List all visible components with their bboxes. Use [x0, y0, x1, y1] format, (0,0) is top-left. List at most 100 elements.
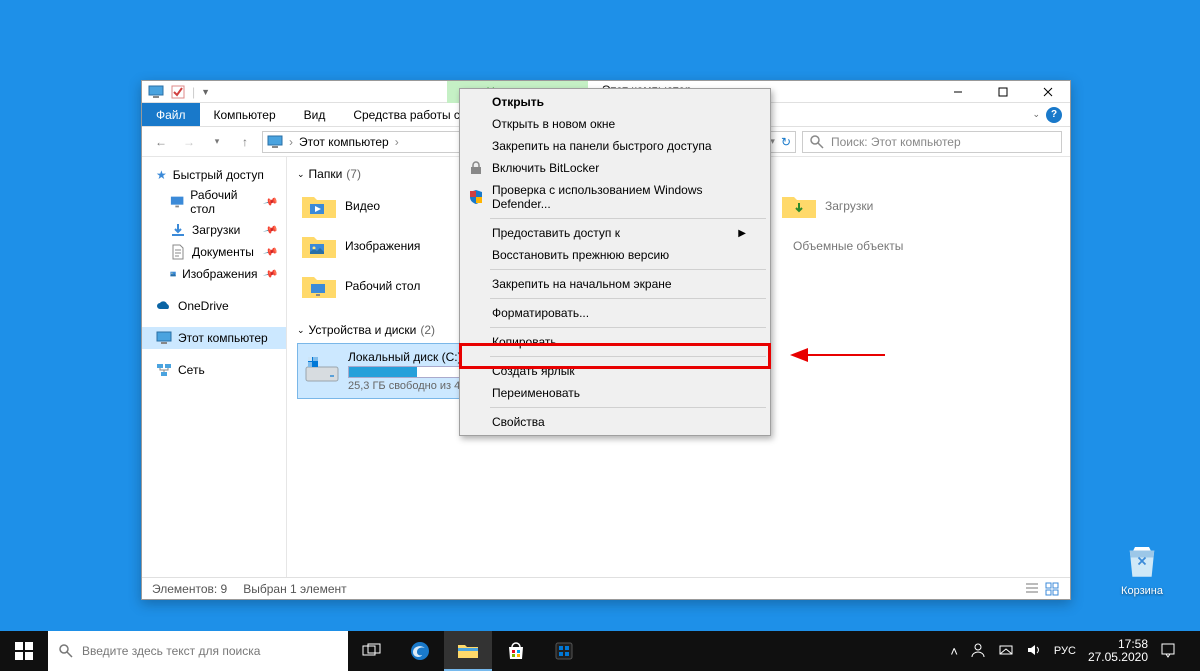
tray-date: 27.05.2020: [1088, 651, 1148, 664]
submenu-arrow-icon: ▶: [738, 228, 746, 239]
ctx-copy[interactable]: Копировать: [462, 331, 768, 353]
recycle-bin-label: Корзина: [1112, 585, 1172, 597]
tray-lang[interactable]: РУС: [1054, 645, 1076, 657]
separator: [490, 407, 766, 408]
nav-quick-access[interactable]: ★Быстрый доступ: [142, 165, 286, 185]
ctx-defender-scan[interactable]: Проверка с использованием Windows Defend…: [462, 179, 768, 215]
address-dropdown-icon[interactable]: ▾: [770, 136, 775, 147]
nav-label: Загрузки: [192, 223, 240, 237]
nav-downloads[interactable]: Загрузки📌: [142, 219, 286, 241]
tab-view[interactable]: Вид: [290, 103, 340, 126]
separator: [490, 356, 766, 357]
folder-downloads[interactable]: Загрузки: [777, 187, 1007, 225]
pin-icon: 📌: [262, 194, 278, 210]
ctx-share[interactable]: Предоставить доступ к▶: [462, 222, 768, 244]
start-button[interactable]: [0, 631, 48, 671]
folder-label: Загрузки: [825, 199, 873, 213]
ctx-create-shortcut[interactable]: Создать ярлык: [462, 360, 768, 382]
status-selection: Выбран 1 элемент: [243, 582, 346, 596]
nav-label: Рабочий стол: [190, 188, 257, 216]
quick-access-checkbox-icon[interactable]: [170, 84, 186, 100]
notifications-icon[interactable]: [1160, 642, 1176, 661]
people-icon[interactable]: [970, 642, 986, 661]
task-view-button[interactable]: [348, 631, 396, 671]
ctx-pin-quick-access[interactable]: Закрепить на панели быстрого доступа: [462, 135, 768, 157]
nav-back-button[interactable]: ←: [150, 131, 172, 153]
nav-onedrive[interactable]: OneDrive: [142, 295, 286, 317]
recycle-bin[interactable]: Корзина: [1112, 540, 1172, 597]
separator: [490, 298, 766, 299]
tab-computer[interactable]: Компьютер: [200, 103, 290, 126]
chevron-down-icon: ⌄: [297, 169, 305, 180]
star-icon: ★: [156, 168, 167, 182]
nav-desktop[interactable]: Рабочий стол 📌: [142, 185, 286, 219]
separator: [490, 218, 766, 219]
folder-icon: [301, 231, 337, 261]
ribbon-expand-icon[interactable]: ⌄: [1032, 109, 1040, 120]
context-menu: Открыть Открыть в новом окне Закрепить н…: [459, 88, 771, 436]
maximize-button[interactable]: [980, 81, 1025, 103]
breadcrumb-sep: ›: [395, 135, 399, 149]
breadcrumb-this-pc[interactable]: Этот компьютер: [299, 135, 389, 149]
system-tray: ˄ РУС 17:58 27.05.2020: [944, 631, 1200, 671]
folder-icon: [301, 191, 337, 221]
drive-icon: [304, 353, 340, 389]
ctx-bitlocker[interactable]: Включить BitLocker: [462, 157, 768, 179]
nav-recent-dropdown[interactable]: ▾: [206, 131, 228, 153]
qat-sep: |: [192, 85, 195, 99]
app-button[interactable]: [540, 631, 588, 671]
download-icon: [170, 222, 186, 238]
search-icon: [58, 643, 74, 659]
view-details-button[interactable]: [1024, 581, 1040, 597]
help-button[interactable]: ?: [1046, 107, 1062, 123]
this-pc-icon: [156, 330, 172, 346]
this-pc-icon: [267, 134, 283, 150]
ctx-open-new-window[interactable]: Открыть в новом окне: [462, 113, 768, 135]
network-icon[interactable]: [998, 642, 1014, 661]
explorer-button[interactable]: [444, 631, 492, 671]
ctx-restore-version[interactable]: Восстановить прежнюю версию: [462, 244, 768, 266]
refresh-button[interactable]: ↻: [781, 135, 791, 149]
navigation-pane: ★Быстрый доступ Рабочий стол📌 Загрузки📌 …: [142, 157, 287, 577]
volume-icon[interactable]: [1026, 642, 1042, 661]
nav-pictures[interactable]: Изображения 📌: [142, 263, 286, 285]
nav-label: OneDrive: [178, 299, 229, 313]
tab-file[interactable]: Файл: [142, 103, 200, 126]
nav-label: Этот компьютер: [178, 331, 268, 345]
ctx-properties[interactable]: Свойства: [462, 411, 768, 433]
minimize-button[interactable]: [935, 81, 980, 103]
nav-label: Изображения: [182, 267, 257, 281]
nav-forward-button[interactable]: →: [178, 131, 200, 153]
tray-clock[interactable]: 17:58 27.05.2020: [1088, 638, 1148, 664]
taskbar-search[interactable]: Введите здесь текст для поиска: [48, 631, 348, 671]
store-button[interactable]: [492, 631, 540, 671]
ctx-rename[interactable]: Переименовать: [462, 382, 768, 404]
nav-this-pc[interactable]: Этот компьютер: [142, 327, 286, 349]
tray-expand-icon[interactable]: ˄: [950, 644, 958, 659]
document-icon: [170, 244, 186, 260]
search-placeholder: Введите здесь текст для поиска: [82, 644, 260, 658]
annotation-arrow: [790, 345, 890, 368]
separator: [490, 327, 766, 328]
view-large-icons-button[interactable]: [1044, 581, 1060, 597]
pin-icon: 📌: [262, 266, 278, 282]
folder-3d-objects[interactable]: Объемные объекты: [777, 227, 1007, 265]
nav-network[interactable]: Сеть: [142, 359, 286, 381]
ctx-open[interactable]: Открыть: [462, 91, 768, 113]
search-input[interactable]: Поиск: Этот компьютер: [802, 131, 1062, 153]
nav-up-button[interactable]: ↑: [234, 131, 256, 153]
picture-icon: [170, 266, 176, 282]
separator: [490, 269, 766, 270]
group-count: (7): [346, 167, 361, 181]
folder-label: Видео: [345, 199, 380, 213]
ctx-format[interactable]: Форматировать...: [462, 302, 768, 324]
qat-dropdown-icon[interactable]: ▼: [201, 87, 210, 97]
nav-label: Сеть: [178, 363, 205, 377]
nav-documents[interactable]: Документы📌: [142, 241, 286, 263]
ctx-pin-start[interactable]: Закрепить на начальном экране: [462, 273, 768, 295]
folder-label: Рабочий стол: [345, 279, 420, 293]
edge-button[interactable]: [396, 631, 444, 671]
chevron-down-icon: ⌄: [297, 325, 305, 336]
cloud-icon: [156, 298, 172, 314]
close-button[interactable]: [1025, 81, 1070, 103]
